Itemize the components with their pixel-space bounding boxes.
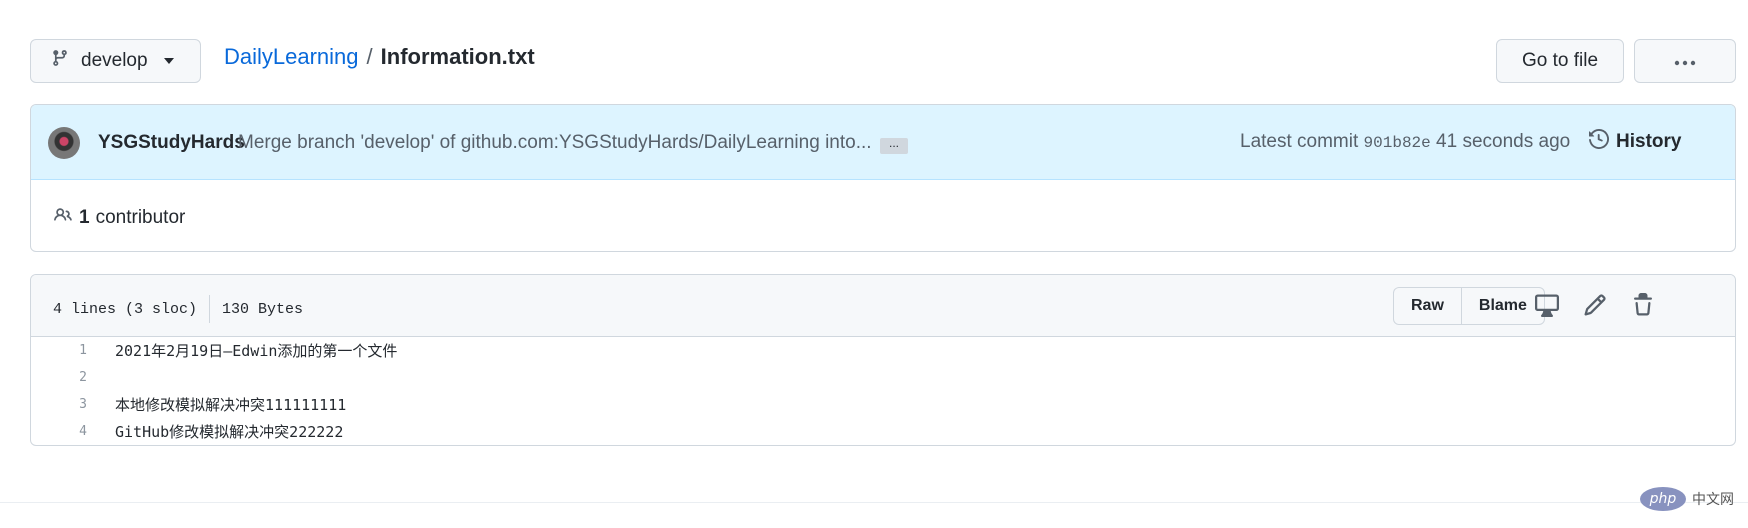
history-icon — [1589, 128, 1610, 155]
footer-divider — [0, 502, 1748, 503]
file-info: 4 lines (3 sloc) 130 Bytes — [53, 295, 303, 323]
git-branch-icon — [51, 49, 69, 73]
file-header: 4 lines (3 sloc) 130 Bytes Raw Blame — [31, 275, 1735, 337]
line-count: 4 lines (3 sloc) — [53, 300, 198, 318]
people-icon — [53, 206, 73, 230]
breadcrumb: DailyLearning / Information.txt — [224, 44, 535, 70]
latest-commit-info: Latest commit 901b82e 41 seconds ago — [1240, 131, 1570, 153]
commit-box: YSGStudyHards Merge branch 'develop' of … — [30, 104, 1736, 252]
avatar[interactable] — [48, 127, 80, 159]
breadcrumb-separator: / — [366, 44, 373, 69]
raw-button[interactable]: Raw — [1394, 288, 1461, 324]
trash-icon[interactable] — [1631, 293, 1655, 317]
go-to-file-button[interactable]: Go to file — [1496, 39, 1624, 83]
commit-sha-link[interactable]: 901b82e — [1364, 134, 1431, 152]
file-size: 130 Bytes — [222, 300, 304, 318]
watermark-site: 中文网 — [1692, 491, 1734, 507]
line-content: 本地修改模拟解决冲突111111111 — [115, 396, 347, 414]
expand-message-button[interactable]: ... — [880, 137, 908, 154]
contributor-count: 1 — [79, 207, 90, 228]
line-number[interactable]: 3 — [31, 397, 87, 412]
divider — [209, 295, 211, 323]
php-logo: php — [1640, 487, 1686, 511]
pencil-icon[interactable] — [1583, 293, 1607, 317]
history-label: History — [1616, 131, 1682, 152]
contributor-label: contributor — [95, 207, 186, 228]
breadcrumb-repo-link[interactable]: DailyLearning — [224, 44, 359, 70]
code-line: 3 本地修改模拟解决冲突111111111 — [31, 391, 1735, 418]
file-viewer: 4 lines (3 sloc) 130 Bytes Raw Blame 1 2… — [30, 274, 1736, 446]
kebab-horizontal-icon — [1674, 50, 1696, 72]
commit-time: 41 seconds ago — [1436, 131, 1571, 152]
caret-down-icon — [163, 58, 174, 64]
code-line: 2 — [31, 364, 1735, 391]
raw-blame-group: Raw Blame — [1393, 287, 1545, 325]
blame-button[interactable]: Blame — [1460, 288, 1544, 324]
branch-select-button[interactable]: develop — [30, 39, 201, 83]
more-options-button[interactable] — [1634, 39, 1736, 83]
line-number[interactable]: 2 — [31, 370, 87, 385]
desktop-icon[interactable] — [1535, 293, 1559, 317]
code-line: 1 2021年2月19日—Edwin添加的第一个文件 — [31, 337, 1735, 364]
latest-commit-bar: YSGStudyHards Merge branch 'develop' of … — [31, 105, 1735, 180]
line-number[interactable]: 1 — [31, 343, 87, 358]
code-table: 1 2021年2月19日—Edwin添加的第一个文件 2 3 本地修改模拟解决冲… — [31, 337, 1735, 445]
commit-author[interactable]: YSGStudyHards — [98, 132, 245, 154]
branch-name: develop — [81, 50, 148, 71]
code-line: 4 GitHub修改模拟解决冲突222222 — [31, 418, 1735, 445]
commit-message[interactable]: Merge branch 'develop' of github.com:YSG… — [238, 132, 872, 154]
watermark: php 中文网 — [1640, 487, 1734, 511]
latest-commit-label: Latest commit — [1240, 131, 1359, 152]
line-content: GitHub修改模拟解决冲突222222 — [115, 423, 344, 441]
line-number[interactable]: 4 — [31, 424, 87, 439]
line-content: 2021年2月19日—Edwin添加的第一个文件 — [115, 342, 398, 360]
breadcrumb-file: Information.txt — [380, 44, 535, 69]
history-link[interactable]: History — [1589, 128, 1682, 155]
contributors-row[interactable]: 1 contributor — [53, 206, 185, 230]
